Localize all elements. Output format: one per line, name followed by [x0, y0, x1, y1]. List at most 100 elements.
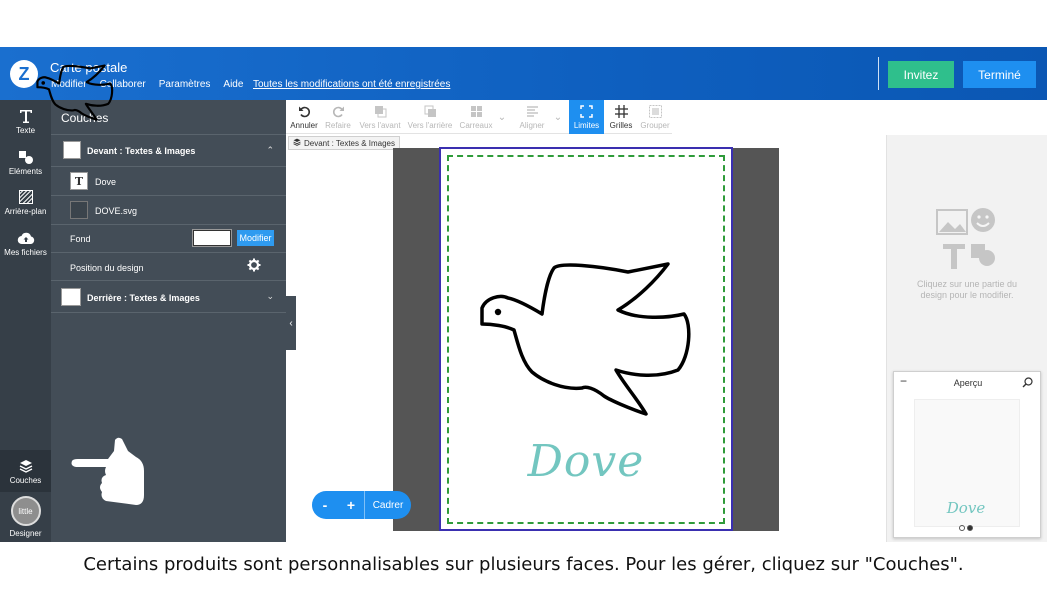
- zoom-search-icon[interactable]: [1022, 375, 1033, 393]
- face-selector-tag[interactable]: Devant : Textes & Images: [288, 136, 401, 150]
- preview-dove-illustration: [36, 64, 114, 121]
- back-thumbnail: [61, 288, 81, 306]
- design-position-row[interactable]: Position du design: [51, 252, 286, 280]
- undo-icon: [298, 105, 311, 119]
- chevron-down-icon[interactable]: ⌄: [266, 291, 274, 302]
- tool-label: Aligner: [519, 120, 545, 130]
- zoom-out-button[interactable]: -: [312, 497, 338, 513]
- rail-item-label: Arrière-plan: [4, 207, 47, 216]
- tool-label: Refaire: [325, 120, 351, 130]
- invite-button[interactable]: Invitez: [888, 61, 954, 88]
- tool-label: Vers l'avant: [359, 120, 401, 130]
- preview-page-dot[interactable]: [959, 525, 965, 531]
- rail-item-elements[interactable]: Eléments: [0, 149, 51, 176]
- preview-page-dot-active[interactable]: [967, 525, 973, 531]
- fond-modify-button[interactable]: Modifier: [237, 230, 274, 246]
- zazzle-logo-icon[interactable]: Z: [10, 60, 38, 88]
- fond-row: Fond Modifier: [51, 224, 286, 252]
- face-tag-label: Devant : Textes & Images: [304, 138, 396, 148]
- layers-icon: [293, 138, 301, 148]
- app-header: Z Carte postale Modifier Collaborer Para…: [0, 47, 1047, 100]
- bring-forward-icon: [374, 105, 387, 119]
- send-backward-button[interactable]: Vers l'arrière: [406, 100, 454, 134]
- text-icon: [19, 108, 33, 124]
- send-backward-icon: [424, 105, 437, 119]
- collapse-panel-button[interactable]: ‹: [286, 296, 296, 350]
- grid-icon: [614, 105, 628, 119]
- text-layer-icon: T: [70, 172, 88, 190]
- group-button[interactable]: Grouper: [638, 100, 672, 134]
- layer-group-label: Devant : Textes & Images: [87, 146, 196, 156]
- layer-item-svg[interactable]: DOVE.svg: [51, 195, 286, 224]
- layers-icon: [19, 458, 33, 474]
- background-icon: [18, 189, 33, 205]
- undo-button[interactable]: Annuler: [288, 100, 320, 134]
- align-button[interactable]: Aligner: [514, 100, 550, 134]
- tool-label: Grouper: [640, 120, 670, 130]
- tool-label: Grilles: [609, 120, 633, 130]
- tutorial-caption: Certains produits sont personnalisables …: [83, 554, 964, 575]
- preview-card-text: Dove: [946, 499, 986, 517]
- rail-item-designer[interactable]: little Designer: [0, 496, 51, 538]
- rail-item-label: Eléments: [8, 167, 43, 176]
- save-status-link[interactable]: Toutes les modifications ont été enregis…: [253, 79, 450, 90]
- group-icon: [648, 105, 662, 119]
- menu-aide[interactable]: Aide: [223, 79, 243, 90]
- chevron-down-icon: ⌄: [497, 111, 507, 123]
- header-divider: [878, 57, 879, 90]
- tiles-dropdown[interactable]: ⌄: [494, 100, 510, 134]
- screen: Z Carte postale Modifier Collaborer Para…: [0, 0, 1047, 590]
- layer-group-front[interactable]: Devant : Textes & Images ⌃: [51, 134, 286, 166]
- tool-label: Vers l'arrière: [407, 120, 453, 130]
- select-element-hint-icon: [936, 208, 995, 269]
- layer-group-label: Derrière : Textes & Images: [87, 293, 200, 303]
- tiles-icon: [470, 105, 483, 119]
- fond-label: Fond: [70, 234, 91, 244]
- limits-button[interactable]: Limites: [569, 100, 604, 134]
- zoom-control: - + Cadrer: [312, 491, 411, 519]
- rail-item-background[interactable]: Arrière-plan: [0, 189, 51, 216]
- layer-item-label: Dove: [95, 177, 117, 187]
- tool-label: Carreaux: [459, 120, 493, 130]
- preview-title: Aperçu: [953, 378, 983, 388]
- fit-frame-button[interactable]: Cadrer: [365, 500, 411, 511]
- rail-item-files[interactable]: Mes fichiers: [0, 230, 51, 257]
- layer-group-back[interactable]: Derrière : Textes & Images ⌄: [51, 280, 286, 313]
- rail-item-layers[interactable]: Couches: [0, 450, 51, 492]
- design-position-label: Position du design: [70, 263, 144, 273]
- tool-rail: Texte Eléments Arrière-plan Mes fichiers…: [0, 100, 51, 542]
- align-dropdown[interactable]: ⌄: [550, 100, 566, 134]
- rail-item-label: Designer: [9, 529, 42, 538]
- grids-button[interactable]: Grilles: [606, 100, 636, 134]
- rail-item-label: Texte: [15, 126, 36, 135]
- zoom-in-button[interactable]: +: [338, 497, 364, 513]
- rail-item-label: Couches: [9, 475, 42, 485]
- redo-icon: [332, 105, 345, 119]
- tool-label: Annuler: [290, 120, 318, 130]
- dove-illustration[interactable]: [478, 260, 694, 420]
- chevron-down-icon: ⌄: [553, 111, 563, 123]
- upload-cloud-icon: [17, 230, 35, 246]
- align-icon: [526, 105, 539, 119]
- tiles-button[interactable]: Carreaux: [458, 100, 494, 134]
- bounds-icon: [580, 105, 593, 119]
- preview-page-dots: [959, 525, 973, 531]
- layer-item-text[interactable]: T Dove: [51, 166, 286, 195]
- card-text-dove[interactable]: Dove: [439, 436, 733, 487]
- menu-parametres[interactable]: Paramètres: [159, 79, 211, 90]
- redo-button[interactable]: Refaire: [322, 100, 354, 134]
- fond-color-swatch[interactable]: [192, 229, 232, 247]
- done-button[interactable]: Terminé: [963, 61, 1036, 88]
- chevron-up-icon[interactable]: ⌃: [266, 145, 274, 156]
- designer-avatar: little: [10, 496, 41, 526]
- editor-toolbar: Annuler Refaire Vers l'avant Vers l'arri…: [286, 100, 672, 134]
- layer-item-label: DOVE.svg: [95, 206, 138, 216]
- pointing-hand-icon: [71, 437, 144, 505]
- gear-icon[interactable]: [247, 258, 261, 274]
- tool-label: Limites: [573, 120, 600, 130]
- elements-icon: [18, 149, 34, 165]
- bring-forward-button[interactable]: Vers l'avant: [358, 100, 402, 134]
- front-thumbnail: [63, 141, 81, 159]
- rail-item-label: Mes fichiers: [4, 248, 47, 257]
- select-hint-text: Cliquez sur une partie du design pour le…: [916, 279, 1018, 300]
